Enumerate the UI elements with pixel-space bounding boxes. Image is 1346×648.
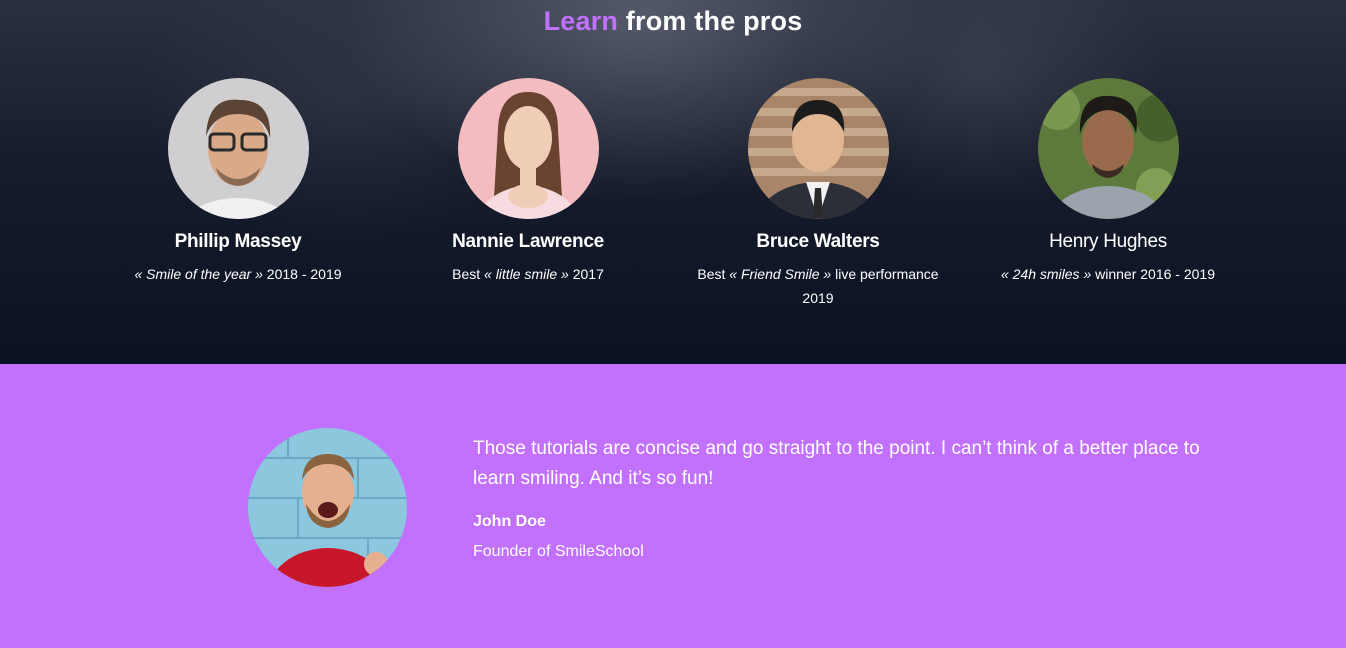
avatar xyxy=(457,78,599,219)
desc-suffix: winner 2016 - 2019 xyxy=(1091,266,1216,282)
pro-description: Best « little smile » 2017 xyxy=(383,262,673,286)
award-title: « Friend Smile » xyxy=(729,266,832,282)
pro-card-henry-hughes: Henry Hughes « 24h smiles » winner 2016 … xyxy=(963,78,1253,286)
avatar xyxy=(167,78,309,219)
portrait-image xyxy=(747,78,889,219)
desc-prefix: Best xyxy=(452,266,485,282)
desc-prefix: Best xyxy=(697,266,730,282)
pros-section: Learn from the pros Phillip Massey « Smi… xyxy=(0,0,1346,364)
award-title: « Smile of the year » xyxy=(134,266,263,282)
portrait-image xyxy=(248,428,407,587)
pro-card-nannie-lawrence: Nannie Lawrence Best « little smile » 20… xyxy=(383,78,673,286)
pro-description: Best « Friend Smile » live performance 2… xyxy=(673,262,963,310)
testimonial-quote: Those tutorials are concise and go strai… xyxy=(473,438,1200,489)
title-rest: from the pros xyxy=(618,6,803,36)
testimonial-author: John Doe xyxy=(473,513,546,530)
pro-name: Nannie Lawrence xyxy=(452,231,604,252)
testimonial-avatar xyxy=(248,428,407,587)
award-title: « 24h smiles » xyxy=(1000,266,1092,282)
pro-name: Phillip Massey xyxy=(174,231,302,252)
avatar xyxy=(1037,78,1179,219)
section-title: Learn from the pros xyxy=(0,6,1346,37)
desc-suffix: 2017 xyxy=(568,266,604,282)
pro-card-bruce-walters: Bruce Walters Best « Friend Smile » live… xyxy=(673,78,963,310)
avatar xyxy=(747,78,889,219)
portrait-image xyxy=(457,78,599,219)
pro-name: Henry Hughes xyxy=(1049,231,1167,252)
pro-description: « 24h smiles » winner 2016 - 2019 xyxy=(963,262,1253,286)
pro-description: « Smile of the year » 2018 - 2019 xyxy=(93,262,383,286)
award-title: « little smile » xyxy=(484,266,569,282)
portrait-image xyxy=(1037,78,1179,219)
pro-card-phillip-massey: Phillip Massey « Smile of the year » 201… xyxy=(93,78,383,286)
portrait-image xyxy=(167,78,309,219)
testimonial-role: Founder of SmileSchool xyxy=(473,543,644,560)
title-accent: Learn xyxy=(543,6,619,36)
testimonial-section: Those tutorials are concise and go strai… xyxy=(0,364,1346,648)
pro-name: Bruce Walters xyxy=(756,231,880,252)
desc-suffix: 2018 - 2019 xyxy=(262,266,342,282)
